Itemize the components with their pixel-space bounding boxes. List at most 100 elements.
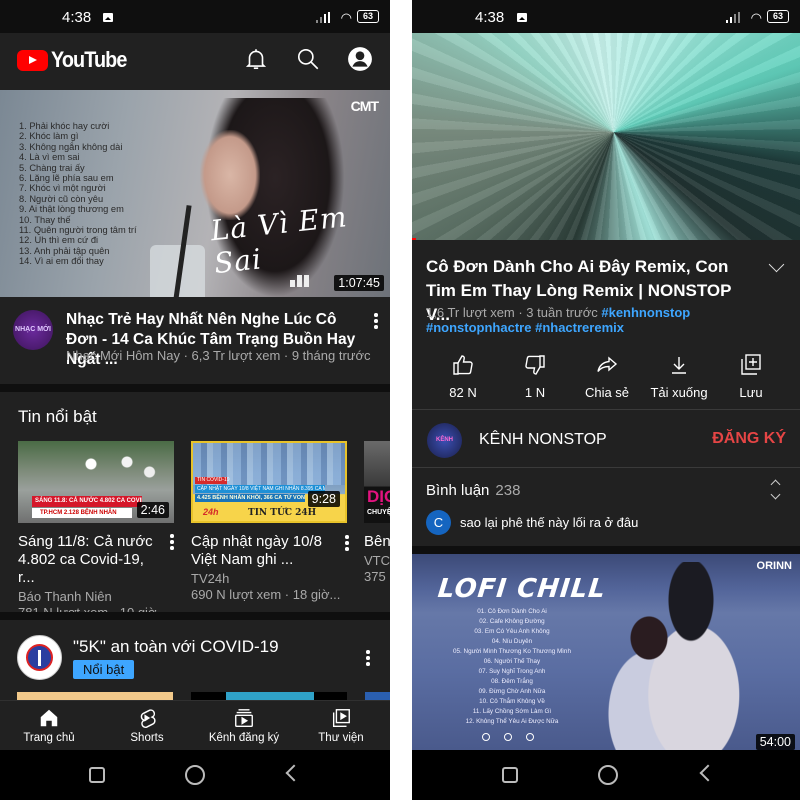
playlist-shelf[interactable]: "5K" an toàn với COVID-19 Nổi bật (0, 622, 390, 702)
thumbnail-subheadline: TP.HCM 2.128 BỆNH NHÂN (32, 508, 132, 518)
track: 4. Là vì em sai (19, 152, 80, 163)
bell-icon[interactable] (243, 46, 269, 72)
news-thumbnail[interactable]: DỊC CHUYỆ (364, 441, 390, 523)
video-player[interactable] (412, 33, 800, 240)
account-icon[interactable] (347, 46, 373, 72)
like-icon (453, 355, 473, 375)
home-circle-icon[interactable] (598, 765, 618, 785)
ministry-of-health-avatar[interactable] (17, 635, 62, 680)
hashtag-link[interactable]: #nhactreremix (535, 320, 624, 335)
like-button[interactable]: 82 N (423, 353, 503, 400)
thumbnail-logo: 24h (203, 507, 219, 517)
next-video-thumbnail[interactable]: LOFI CHILL 01. Cô Đơn Dành Cho Ai 02. Ca… (412, 554, 800, 750)
track: 14. Vì ai em đổi thay (19, 256, 104, 267)
news-channel[interactable]: Báo Thanh Niên (18, 589, 176, 605)
news-card[interactable]: SÁNG 11.8: CẢ NƯỚC 4.802 CA COVID-19 TP.… (18, 441, 176, 621)
section-divider (412, 546, 800, 554)
library-icon (332, 709, 350, 727)
comments-section[interactable]: Bình luận 238 C sao lại phê thế này lối r… (412, 468, 800, 546)
nav-label: Shorts (130, 732, 164, 744)
expand-description-icon[interactable] (768, 256, 785, 273)
status-bar: 4:38 ◠ 63 (0, 0, 390, 33)
hashtag-link[interactable]: #nonstopnhactre (426, 320, 531, 335)
home-circle-icon[interactable] (185, 765, 205, 785)
save-button[interactable]: Lưu (711, 353, 791, 400)
track: 13. Anh phải tập quên (19, 245, 110, 256)
video-duration: 9:28 (307, 491, 340, 507)
playlist-thumbnail[interactable] (191, 692, 347, 700)
system-navigation-bar (412, 750, 800, 800)
news-views: 690 N lượt xem · 18 giờ... (191, 587, 341, 602)
news-title[interactable]: Bên dã c (364, 533, 390, 551)
channel-avatar[interactable]: KÊNH NONSTOP (427, 423, 462, 458)
track: 8. Người cũ còn yêu (19, 193, 104, 204)
search-icon[interactable] (295, 46, 321, 72)
featured-video-thumbnail[interactable]: 1. Phải khóc hay cười 2. Khóc làm gì 3. … (0, 90, 390, 297)
news-card[interactable]: DỊC CHUYỆ Bên dã c VTC 375 (364, 441, 390, 585)
gallery-notification-icon (517, 13, 527, 22)
news-title[interactable]: Sáng 11/8: Cả nước 4.802 ca Covid-19, r.… (18, 533, 158, 587)
more-options-icon[interactable] (345, 535, 349, 551)
track: 11. Lấy Chồng Sớm Làm Gì (472, 708, 552, 715)
action-label: Chia sẻ (584, 385, 630, 400)
playlist-title[interactable]: "5K" an toàn với COVID-19 (73, 637, 279, 657)
share-button[interactable]: Chia sẻ (567, 353, 647, 400)
wifi-icon: ◠ (750, 10, 762, 25)
subscriptions-icon (235, 709, 253, 727)
signal-icon (726, 12, 740, 23)
more-options-icon[interactable] (374, 313, 378, 329)
comments-header: Bình luận 238 (426, 482, 520, 499)
status-time: 4:38 (475, 9, 505, 26)
channel-row: KÊNH NONSTOP KÊNH NONSTOP ĐĂNG KÝ (412, 410, 800, 468)
track: 3. Không ngắn không dài (19, 141, 123, 152)
status-bar: 4:38 ◠ 63 (412, 0, 800, 33)
news-thumbnail[interactable]: SÁNG 11.8: CẢ NƯỚC 4.802 CA COVID-19 TP.… (18, 441, 174, 523)
thumbnail-headline: DỊC (367, 487, 390, 506)
commenter-avatar: C (426, 510, 451, 535)
nav-home[interactable]: Trang chủ (4, 707, 94, 744)
download-icon (672, 357, 686, 374)
home-icon (40, 709, 58, 727)
thumbnail-headline: SÁNG 11.8: CẢ NƯỚC 4.802 CA COVID-19 (32, 496, 142, 507)
nav-subscriptions[interactable]: Kênh đăng ký (199, 707, 289, 744)
back-icon[interactable] (699, 764, 717, 782)
recent-apps-icon[interactable] (89, 767, 105, 783)
youtube-logo[interactable]: YouTube (17, 47, 135, 73)
video-frame (412, 33, 800, 240)
track: 02. Cafe Không Đường (479, 618, 545, 625)
news-card[interactable]: TIN COVID-19 CẬP NHẬT NGÀY 10/8 VIỆT NAM… (191, 441, 349, 603)
section-title-featured: Tin nổi bật (18, 407, 97, 426)
recent-apps-icon[interactable] (502, 767, 518, 783)
back-icon[interactable] (285, 764, 303, 782)
more-options-icon[interactable] (366, 650, 370, 666)
featured-badge: Nổi bật (73, 660, 135, 679)
more-options-icon[interactable] (170, 534, 174, 550)
dislike-button[interactable]: 1 N (495, 353, 575, 400)
playlist-thumbnail[interactable] (17, 692, 173, 700)
comments-count: 238 (495, 482, 521, 499)
nav-label: Thư viện (318, 732, 364, 744)
featured-video-info[interactable]: NHẠC MỚI Nhạc Trẻ Hay Nhất Nên Nghe Lúc … (0, 297, 390, 375)
nav-label: Kênh đăng ký (208, 732, 280, 744)
download-button[interactable]: Tải xuống (639, 353, 719, 400)
channel-name[interactable]: KÊNH NONSTOP (479, 431, 607, 449)
expand-comments-icon[interactable] (770, 479, 781, 500)
news-channel[interactable]: TV24h (191, 571, 349, 587)
channel-avatar[interactable]: NHẠC MỚI (13, 310, 53, 350)
playlist-thumbnail[interactable] (365, 692, 390, 700)
thumbnail-tracklist: 01. Cô Đơn Dành Cho Ai 02. Cafe Không Đư… (432, 607, 592, 727)
subscribe-button[interactable]: ĐĂNG KÝ (712, 430, 786, 448)
channel-watermark: ORINN (756, 560, 792, 572)
news-title[interactable]: Cập nhật ngày 10/8 Việt Nam ghi ... (191, 533, 331, 569)
nav-library[interactable]: Thư viện (296, 707, 386, 744)
audio-bars-icon (290, 275, 309, 287)
thumbnail-subheadline: 4.425 BỆNH NHÂN KHỎI, 366 CA TỬ VONG (195, 494, 305, 502)
caduceus-icon (26, 644, 53, 671)
nav-shorts[interactable]: Shorts (102, 707, 192, 744)
track: 07. Suy Nghĩ Trong Anh (478, 668, 546, 675)
youtube-play-icon (17, 49, 48, 71)
news-thumbnail[interactable]: TIN COVID-19 CẬP NHẬT NGÀY 10/8 VIỆT NAM… (191, 441, 347, 523)
hashtag-link[interactable]: #kenhnonstop (601, 305, 690, 320)
news-channel[interactable]: VTC (364, 553, 390, 569)
gallery-notification-icon (103, 13, 113, 22)
